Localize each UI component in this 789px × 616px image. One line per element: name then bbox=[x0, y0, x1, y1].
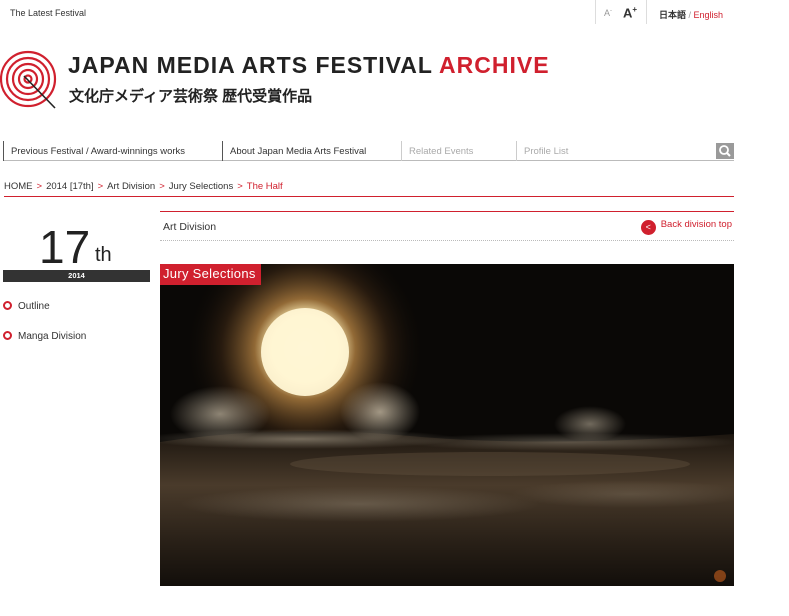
site-title-ja: 文化庁メディア芸術祭 歴代受賞作品 bbox=[69, 88, 313, 105]
lang-separator: / bbox=[686, 10, 694, 20]
latest-festival-link[interactable]: The Latest Festival bbox=[10, 8, 86, 18]
bullet-icon bbox=[3, 301, 12, 310]
site-title-archive: ARCHIVE bbox=[439, 52, 550, 78]
sidebar-item-outline[interactable]: Outline bbox=[3, 301, 50, 312]
site-title[interactable]: JAPAN MEDIA ARTS FESTIVAL ARCHIVE bbox=[68, 52, 550, 79]
division-header: Art Division < Back division top bbox=[160, 211, 734, 241]
back-division-label: Back division top bbox=[660, 219, 732, 230]
font-increase-button[interactable]: A+ bbox=[623, 5, 637, 20]
top-bar: The Latest Festival A- A+ 日本語 / English bbox=[0, 0, 789, 26]
language-switcher: 日本語 / English bbox=[659, 8, 723, 21]
sidebar-item-manga-division[interactable]: Manga Division bbox=[3, 331, 86, 342]
jury-selections-badge: Jury Selections bbox=[160, 264, 261, 285]
breadcrumb-separator: > bbox=[36, 181, 43, 192]
bullet-icon bbox=[3, 331, 12, 340]
lang-en-link[interactable]: English bbox=[694, 10, 724, 20]
main-nav: Previous Festival / Award-winnings works… bbox=[3, 141, 734, 161]
division-title: Art Division bbox=[163, 221, 217, 233]
nav-previous-festival[interactable]: Previous Festival / Award-winnings works bbox=[3, 141, 185, 161]
breadcrumb: HOME >2014 [17th] > Art Division > Jury Selec… bbox=[4, 181, 734, 197]
artwork-image bbox=[160, 264, 734, 586]
festival-ordinal: th bbox=[95, 244, 112, 266]
nav-about[interactable]: About Japan Media Arts Festival bbox=[222, 141, 366, 161]
chevron-left-icon: < bbox=[640, 220, 656, 235]
lang-ja-link[interactable]: 日本語 bbox=[659, 10, 686, 20]
festival-logo-icon[interactable] bbox=[0, 48, 60, 112]
festival-year: 2014 bbox=[3, 270, 150, 282]
festival-number: 17 bbox=[39, 221, 91, 273]
breadcrumb-division[interactable]: Art Division bbox=[107, 181, 155, 192]
sidebar-item-label: Outline bbox=[18, 301, 50, 312]
breadcrumb-current: The Half bbox=[246, 181, 283, 192]
breadcrumb-separator: > bbox=[159, 181, 165, 192]
sidebar-item-label: Manga Division bbox=[18, 331, 87, 342]
back-division-top-button[interactable]: < Back division top bbox=[640, 219, 732, 235]
breadcrumb-year[interactable]: 2014 [17th] bbox=[46, 181, 94, 192]
font-size-controls: A- A+ bbox=[595, 0, 647, 24]
breadcrumb-separator: > bbox=[97, 181, 104, 192]
breadcrumb-category[interactable]: Jury Selections bbox=[169, 181, 233, 192]
breadcrumb-home[interactable]: HOME bbox=[4, 181, 33, 192]
breadcrumb-separator: > bbox=[237, 181, 243, 192]
search-icon[interactable] bbox=[716, 143, 734, 159]
nav-related-events[interactable]: Related Events bbox=[401, 141, 473, 161]
nav-profile-list[interactable]: Profile List bbox=[516, 141, 568, 161]
font-decrease-button[interactable]: A- bbox=[604, 8, 612, 18]
